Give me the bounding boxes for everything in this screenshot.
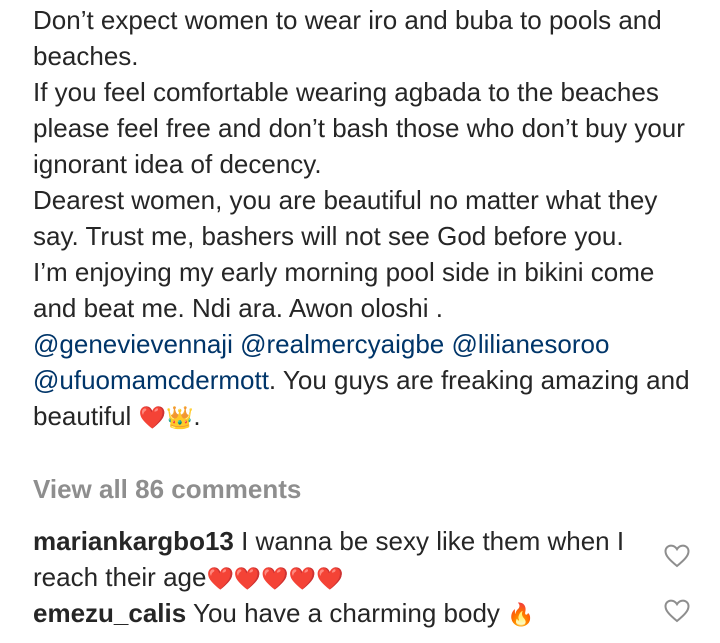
heart-outline-icon (664, 599, 690, 623)
fire-emoji: 🔥 (507, 602, 535, 627)
comment-item: mariankargbo13 I wanna be sexy like them… (33, 523, 633, 597)
mention-link-realmercyaigbe[interactable]: @realmercyaigbe (240, 329, 444, 359)
caption-closing-period: . (193, 401, 201, 431)
comment-username[interactable]: emezu_calis (33, 598, 186, 628)
mention-link-ufuomamcdermott[interactable]: @ufuomamcdermott (33, 365, 269, 395)
heart-crown-emoji: ❤️👑 (138, 405, 194, 430)
view-all-comments-link[interactable]: View all 86 comments (33, 471, 301, 507)
caption-line: Don’t expect women to wear iro and buba … (33, 5, 662, 71)
caption-line: I’m enjoying my early morning pool side … (33, 257, 655, 323)
comment-like-button[interactable] (664, 599, 690, 623)
comment-username[interactable]: mariankargbo13 (33, 526, 234, 556)
hearts-emoji: ❤️❤️❤️❤️❤️ (206, 566, 344, 591)
comment-item: emezu_calis You have a charming body 🔥 (33, 595, 633, 633)
comment-text: You have a charming body (192, 598, 500, 628)
caption-line: If you feel comfortable wearing agbada t… (33, 77, 685, 179)
mention-link-lilianesoroo[interactable]: @lilianesoroo (451, 329, 609, 359)
mention-link-genevievennaji[interactable]: @genevievennaji (33, 329, 233, 359)
caption-mentions-line: @genevievennaji @realmercyaigbe @liliane… (33, 326, 693, 436)
caption-line: Dearest women, you are beautiful no matt… (33, 185, 658, 251)
comment-like-button[interactable] (664, 544, 690, 568)
heart-outline-icon (664, 544, 690, 568)
post-caption: Don’t expect women to wear iro and buba … (33, 2, 693, 436)
